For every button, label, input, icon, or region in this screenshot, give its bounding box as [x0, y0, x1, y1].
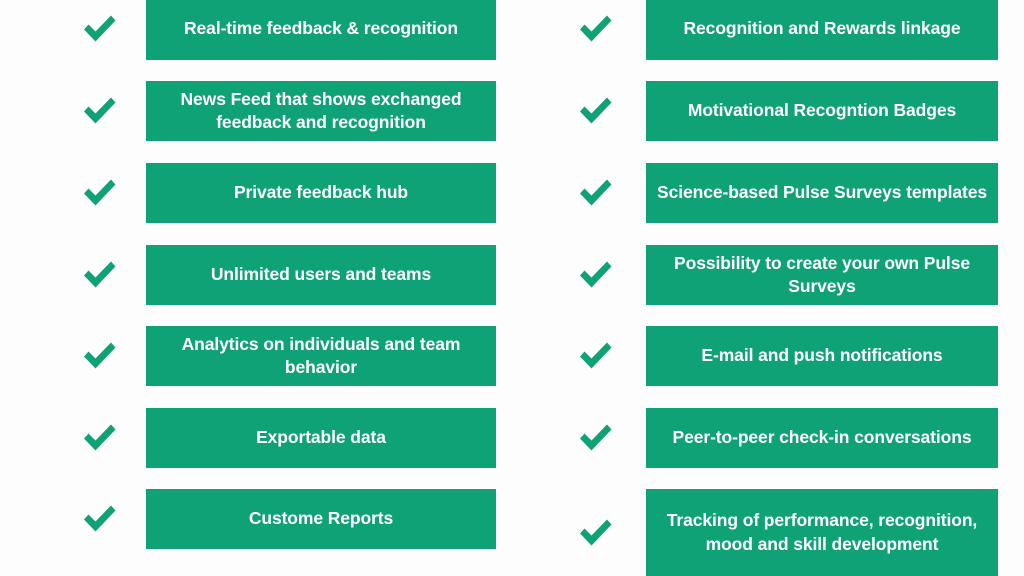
feature-row: Recognition and Rewards linkage [574, 0, 998, 60]
feature-row: Custome Reports [78, 489, 496, 549]
feature-label: News Feed that shows exchanged feedback … [180, 88, 462, 132]
feature-row: Peer-to-peer check-in conversations [574, 408, 998, 468]
check-icon [574, 416, 618, 460]
feature-label: Unlimited users and teams [210, 264, 432, 285]
feature-label: Tracking of performance, recognition, mo… [666, 510, 978, 554]
feature-box: Recognition and Rewards linkage [646, 0, 998, 60]
feature-box: Peer-to-peer check-in conversations [646, 408, 998, 468]
feature-box: Exportable data [146, 408, 496, 468]
check-icon [574, 89, 618, 133]
check-icon [574, 7, 618, 51]
feature-row: Possibility to create your own Pulse Sur… [574, 245, 998, 305]
feature-box: Unlimited users and teams [146, 245, 496, 305]
check-icon [78, 497, 122, 541]
feature-row: Unlimited users and teams [78, 245, 496, 305]
right-feature-column: Recognition and Rewards linkage Motivati… [512, 0, 1024, 576]
feature-box: Possibility to create your own Pulse Sur… [646, 245, 998, 305]
check-icon [78, 171, 122, 215]
feature-row: Private feedback hub [78, 163, 496, 223]
feature-row: Tracking of performance, recognition, mo… [574, 489, 998, 576]
feature-row: Exportable data [78, 408, 496, 468]
feature-box: Science-based Pulse Surveys templates [646, 163, 998, 223]
check-icon [574, 171, 618, 215]
feature-checklist-grid: Real-time feedback & recognition News Fe… [0, 0, 1024, 576]
feature-label: Motivational Recogntion Badges [687, 100, 957, 121]
feature-box: Tracking of performance, recognition, mo… [646, 489, 998, 576]
feature-label: Private feedback hub [233, 182, 409, 203]
feature-row: E-mail and push notifications [574, 326, 998, 386]
feature-label: Peer-to-peer check-in conversations [672, 427, 972, 448]
check-icon [78, 89, 122, 133]
feature-box: Real-time feedback & recognition [146, 0, 496, 60]
feature-row: Analytics on individuals and team behavi… [78, 326, 496, 386]
feature-box: Private feedback hub [146, 163, 496, 223]
check-icon [574, 253, 618, 297]
feature-label: E-mail and push notifications [701, 345, 943, 366]
check-icon [574, 334, 618, 378]
check-icon [574, 511, 618, 555]
feature-row: Science-based Pulse Surveys templates [574, 163, 998, 223]
feature-box: Custome Reports [146, 489, 496, 549]
feature-box: E-mail and push notifications [646, 326, 998, 386]
check-icon [78, 334, 122, 378]
check-icon [78, 416, 122, 460]
check-icon [78, 7, 122, 51]
feature-box: Motivational Recogntion Badges [646, 81, 998, 141]
feature-row: Motivational Recogntion Badges [574, 81, 998, 141]
check-icon [78, 253, 122, 297]
feature-label: Science-based Pulse Surveys templates [657, 182, 987, 203]
feature-label: Possibility to create your own Pulse Sur… [674, 252, 970, 296]
feature-box: Analytics on individuals and team behavi… [146, 326, 496, 386]
feature-box: News Feed that shows exchanged feedback … [146, 81, 496, 141]
left-feature-column: Real-time feedback & recognition News Fe… [0, 0, 512, 576]
feature-label: Exportable data [256, 427, 386, 448]
feature-row: Real-time feedback & recognition [78, 0, 496, 60]
feature-row: News Feed that shows exchanged feedback … [78, 81, 496, 141]
feature-label: Recognition and Rewards linkage [683, 18, 961, 39]
feature-label: Real-time feedback & recognition [184, 18, 458, 39]
feature-label: Analytics on individuals and team behavi… [181, 333, 461, 377]
feature-label: Custome Reports [248, 508, 394, 529]
